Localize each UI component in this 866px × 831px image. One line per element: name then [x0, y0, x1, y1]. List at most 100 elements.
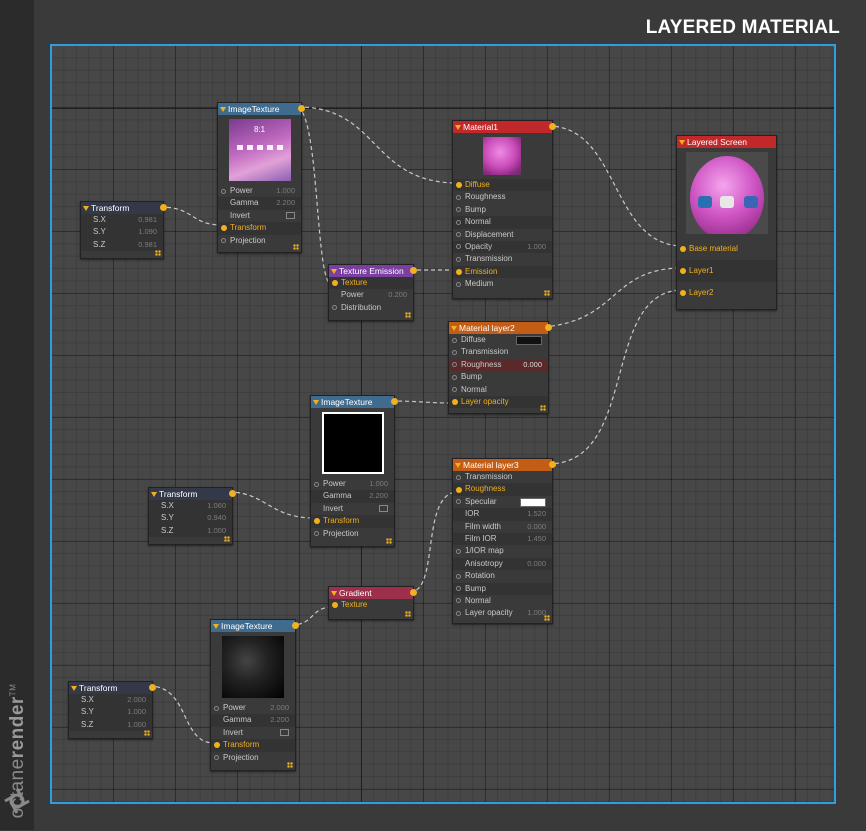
node-header[interactable]: Transform — [69, 682, 156, 694]
resize-handle-icon[interactable] — [405, 611, 411, 617]
node-header[interactable]: Transform — [81, 202, 167, 214]
specular-color-swatch[interactable] — [520, 497, 546, 507]
node-header[interactable]: ImageTexture — [311, 396, 398, 408]
param-layer-opacity[interactable]: Layer opacity 1.000 — [453, 607, 552, 619]
param-layer-opacity[interactable]: Layer opacity — [449, 395, 548, 409]
param-roughness[interactable]: Roughness — [453, 483, 552, 496]
resize-handle-icon[interactable] — [293, 244, 299, 250]
resize-handle-icon[interactable] — [144, 730, 150, 736]
param-bump[interactable]: Bump — [453, 582, 552, 595]
param-projection[interactable]: Projection — [218, 235, 301, 247]
param-sz[interactable]: S.Z 1.000 — [149, 524, 232, 538]
output-pin[interactable] — [549, 461, 556, 468]
param-sz[interactable]: S.Z 1.000 — [69, 718, 152, 732]
param-power[interactable]: Power 1.000 — [218, 185, 301, 197]
param-ior-map[interactable]: 1/IOR map — [453, 545, 552, 557]
node-material-layer3[interactable]: Material layer3 Transmission Roughness S… — [452, 458, 556, 624]
param-texture[interactable]: Texture — [329, 599, 413, 611]
param-texture[interactable]: Texture — [329, 277, 413, 290]
invert-checkbox[interactable] — [286, 212, 295, 220]
param-bump[interactable]: Bump — [449, 371, 548, 383]
resize-handle-icon[interactable] — [544, 290, 550, 296]
param-sy[interactable]: S.Y 1.000 — [69, 706, 152, 719]
param-sx[interactable]: S.X 1.060 — [149, 500, 232, 513]
invert-checkbox[interactable] — [379, 505, 388, 513]
param-distribution[interactable]: Distribution — [329, 302, 413, 314]
param-transmission[interactable]: Transmission — [449, 346, 548, 358]
node-imagetexture-1[interactable]: ImageTexture 8:1 Power 1.000 Gamma 2.200 I… — [217, 102, 305, 253]
param-gamma[interactable]: Gamma 2.200 — [311, 490, 394, 503]
param-roughness[interactable]: Roughness — [453, 191, 552, 203]
param-emission[interactable]: Emission — [453, 265, 552, 279]
resize-handle-icon[interactable] — [540, 405, 546, 411]
param-film-width[interactable]: Film width 0.000 — [453, 521, 552, 533]
param-displacement[interactable]: Displacement — [453, 229, 552, 241]
output-pin[interactable] — [292, 622, 299, 629]
param-projection[interactable]: Projection — [311, 528, 394, 540]
output-pin[interactable] — [545, 324, 552, 331]
node-material1[interactable]: Material1 Diffuse Roughness Bump Normal … — [452, 120, 556, 299]
output-pin[interactable] — [410, 589, 417, 596]
param-diffuse[interactable]: Diffuse — [453, 179, 552, 192]
output-pin[interactable] — [298, 105, 305, 112]
output-pin[interactable] — [149, 684, 156, 691]
resize-handle-icon[interactable] — [386, 538, 392, 544]
output-pin[interactable] — [391, 398, 398, 405]
node-transform-3[interactable]: Transform S.X 2.000 S.Y 1.000 S.Z 1.000 — [68, 681, 156, 739]
param-power[interactable]: Power 2.000 — [211, 702, 295, 714]
param-invert[interactable]: Invert — [311, 503, 394, 515]
node-gradient[interactable]: Gradient Texture — [328, 586, 417, 620]
param-layer2[interactable]: Layer2 — [677, 282, 776, 304]
param-base-material[interactable]: Base material — [677, 238, 776, 260]
param-rotation[interactable]: Rotation — [453, 570, 552, 582]
param-layer1[interactable]: Layer1 — [677, 260, 776, 282]
param-transmission[interactable]: Transmission — [453, 253, 552, 265]
node-header[interactable]: Material layer3 — [453, 459, 556, 471]
node-material-layer2[interactable]: Material layer2 Diffuse Transmission Rou… — [448, 321, 552, 414]
param-medium[interactable]: Medium — [453, 278, 552, 290]
node-header[interactable]: Texture Emission — [329, 265, 417, 277]
diffuse-color-swatch[interactable] — [516, 336, 542, 345]
param-specular[interactable]: Specular — [453, 496, 552, 508]
param-projection[interactable]: Projection — [211, 752, 295, 764]
resize-handle-icon[interactable] — [405, 312, 411, 318]
node-header[interactable]: Gradient — [329, 587, 417, 599]
param-normal[interactable]: Normal — [453, 216, 552, 229]
resize-handle-icon[interactable] — [287, 762, 293, 768]
resize-handle-icon[interactable] — [155, 250, 161, 256]
node-header[interactable]: Transform — [149, 488, 236, 500]
output-pin[interactable] — [229, 490, 236, 497]
param-transform[interactable]: Transform — [218, 222, 301, 235]
node-header[interactable]: Material layer2 — [449, 322, 552, 334]
param-sz[interactable]: S.Z 0.981 — [81, 238, 163, 252]
param-sy[interactable]: S.Y 1.090 — [81, 226, 163, 239]
param-diffuse[interactable]: Diffuse — [449, 334, 548, 346]
param-bump[interactable]: Bump — [453, 204, 552, 216]
node-header[interactable]: ImageTexture — [211, 620, 299, 632]
param-transform[interactable]: Transform — [211, 739, 295, 752]
node-imagetexture-3[interactable]: ImageTexture Power 2.000 Gamma 2.200 Inver… — [210, 619, 299, 771]
param-film-ior[interactable]: Film IOR 1.450 — [453, 532, 552, 546]
param-transform[interactable]: Transform — [311, 515, 394, 528]
param-sx[interactable]: S.X 2.000 — [69, 694, 152, 707]
param-normal[interactable]: Normal — [449, 384, 548, 396]
resize-handle-icon[interactable] — [544, 615, 550, 621]
output-pin[interactable] — [160, 204, 167, 211]
param-power[interactable]: Power 0.200 — [329, 289, 413, 301]
param-invert[interactable]: Invert — [211, 727, 295, 739]
param-gamma[interactable]: Gamma 2.200 — [218, 197, 301, 210]
node-header[interactable]: Layered Screen — [677, 136, 776, 148]
node-header[interactable]: Material1 — [453, 121, 556, 133]
node-header[interactable]: ImageTexture — [218, 103, 305, 115]
node-layered-screen[interactable]: Layered Screen Base material Layer1 Laye… — [676, 135, 777, 310]
param-sx[interactable]: S.X 0.981 — [81, 214, 163, 227]
param-roughness[interactable]: Roughness 0.000 — [449, 358, 548, 372]
param-invert[interactable]: Invert — [218, 210, 301, 222]
param-sy[interactable]: S.Y 0.940 — [149, 512, 232, 525]
param-gamma[interactable]: Gamma 2.200 — [211, 714, 295, 727]
resize-handle-icon[interactable] — [224, 536, 230, 542]
node-texture-emission[interactable]: Texture Emission Texture Power 0.200 Dist… — [328, 264, 417, 321]
output-pin[interactable] — [549, 123, 556, 130]
invert-checkbox[interactable] — [280, 729, 289, 737]
output-pin[interactable] — [410, 267, 417, 274]
